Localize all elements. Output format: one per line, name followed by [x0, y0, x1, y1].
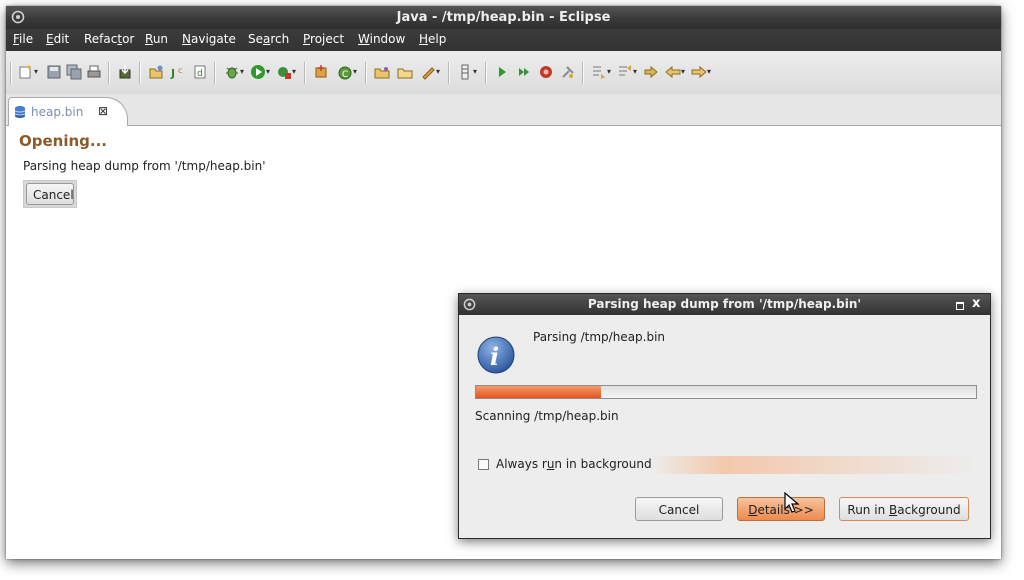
info-icon: i — [477, 336, 515, 374]
svg-text:d: d — [197, 69, 203, 79]
new-interface-icon[interactable]: C — [337, 64, 353, 80]
menu-project[interactable]: Project — [303, 32, 344, 46]
opening-message: Parsing heap dump from '/tmp/heap.bin' — [23, 159, 266, 173]
svg-text:J: J — [170, 67, 175, 80]
svg-text:c: c — [178, 66, 182, 75]
dialog-cancel-button[interactable]: Cancel — [635, 497, 723, 521]
window-titlebar[interactable]: Java - /tmp/heap.bin - Eclipse — [6, 6, 1001, 29]
search-dropdown-icon[interactable]: ▾ — [436, 68, 444, 76]
close-icon[interactable]: x — [972, 296, 980, 311]
dialog-titlebar[interactable]: Parsing heap dump from '/tmp/heap.bin' x — [459, 294, 990, 315]
menu-run[interactable]: Run — [145, 32, 168, 46]
external-tools-dropdown-icon[interactable]: ▾ — [292, 68, 300, 76]
debug-dropdown-icon[interactable]: ▾ — [240, 68, 248, 76]
always-run-background-label[interactable]: Always run in background — [496, 457, 652, 471]
last-edit-icon[interactable] — [643, 64, 659, 80]
svg-text:i: i — [490, 342, 499, 371]
editor-cancel-button[interactable]: Cancel — [26, 183, 74, 205]
terminate-icon[interactable] — [538, 64, 554, 80]
toolbar-separator — [10, 62, 12, 84]
external-tools-icon[interactable] — [276, 64, 292, 80]
always-run-background-option[interactable]: Always run in background — [475, 456, 975, 474]
mouse-cursor-icon — [784, 492, 800, 513]
new-dropdown-icon[interactable]: ▾ — [34, 68, 42, 76]
next-annotation-dropdown-icon[interactable]: ▾ — [607, 68, 615, 76]
new-file-icon[interactable] — [18, 64, 34, 80]
main-toolbar: ▾ Jc d ▾ ▾ ▾ C ▾ ▾ ▾ ▾ ▾ ▾ ▾ — [6, 51, 1001, 95]
maximize-icon[interactable] — [956, 302, 964, 310]
toolbar-separator — [448, 62, 450, 84]
details-button[interactable]: Details >> — [737, 497, 825, 521]
import-icon[interactable] — [117, 64, 133, 80]
toolbar-separator — [485, 62, 487, 84]
search-pencil-icon[interactable] — [420, 64, 436, 80]
toolbar-separator — [582, 62, 584, 84]
stack-icon[interactable] — [457, 64, 473, 80]
run-in-background-button[interactable]: Run in Background — [839, 497, 969, 521]
progress-fill — [476, 386, 601, 398]
stack-dropdown-icon[interactable]: ▾ — [473, 68, 481, 76]
new-java-project-icon[interactable] — [148, 64, 164, 80]
toolbar-separator — [108, 62, 110, 84]
editor-cancel-frame: Cancel — [23, 180, 77, 208]
tab-label: heap.bin — [31, 105, 84, 119]
always-run-background-checkbox[interactable] — [478, 459, 489, 470]
eclipse-window: Java - /tmp/heap.bin - Eclipse File Edit… — [6, 6, 1001, 559]
progress-bar — [475, 385, 977, 399]
open-folder-icon[interactable] — [374, 64, 390, 80]
menu-navigate[interactable]: Navigate — [182, 32, 236, 46]
database-icon — [14, 106, 26, 118]
menu-file[interactable]: File — [13, 32, 33, 46]
save-all-icon[interactable] — [66, 64, 82, 80]
print-icon[interactable] — [86, 64, 102, 80]
next-annotation-icon[interactable] — [591, 64, 607, 80]
opening-title: Opening... — [19, 132, 107, 150]
menu-bar: File Edit Refactor Run Navigate Search P… — [6, 29, 1001, 51]
progress-status: Scanning /tmp/heap.bin — [475, 409, 619, 423]
menu-search[interactable]: Search — [248, 32, 289, 46]
new-class-dropdown-icon[interactable]: ▾ — [353, 68, 361, 76]
toolbar-separator — [365, 62, 367, 84]
run-icon[interactable] — [250, 64, 266, 80]
dialog-message: Parsing /tmp/heap.bin — [533, 330, 666, 344]
new-package-icon[interactable] — [313, 64, 329, 80]
dialog-title: Parsing heap dump from '/tmp/heap.bin' — [587, 297, 862, 311]
menu-refactor[interactable]: Refactor — [84, 32, 134, 46]
forward-dropdown-icon[interactable]: ▾ — [707, 68, 715, 76]
toolbar-separator — [139, 62, 141, 84]
previous-annotation-icon[interactable] — [617, 64, 633, 80]
editor-tab-strip: heap.bin ⊠ — [6, 94, 1001, 126]
back-icon[interactable] — [665, 64, 681, 80]
resume-icon[interactable] — [494, 64, 510, 80]
menu-help[interactable]: Help — [419, 32, 446, 46]
open-task-icon[interactable] — [397, 64, 413, 80]
new-java-class-icon[interactable]: Jc — [170, 64, 186, 80]
tab-heap-bin[interactable]: heap.bin ⊠ — [8, 97, 128, 126]
disconnect-icon[interactable] — [560, 64, 576, 80]
menu-edit[interactable]: Edit — [46, 32, 69, 46]
open-type-icon[interactable]: d — [192, 64, 208, 80]
step-icon[interactable] — [516, 64, 532, 80]
close-tab-icon[interactable]: ⊠ — [98, 104, 108, 118]
progress-dialog: Parsing heap dump from '/tmp/heap.bin' x… — [458, 293, 991, 539]
save-icon[interactable] — [46, 64, 62, 80]
svg-text:C: C — [342, 70, 348, 80]
toolbar-separator — [214, 62, 216, 84]
back-dropdown-icon[interactable]: ▾ — [681, 68, 689, 76]
window-title: Java - /tmp/heap.bin - Eclipse — [396, 10, 611, 25]
forward-icon[interactable] — [691, 64, 707, 80]
debug-icon[interactable] — [224, 64, 240, 80]
run-dropdown-icon[interactable]: ▾ — [266, 68, 274, 76]
previous-annotation-dropdown-icon[interactable]: ▾ — [633, 68, 641, 76]
toolbar-separator — [304, 62, 306, 84]
menu-window[interactable]: Window — [358, 32, 405, 46]
